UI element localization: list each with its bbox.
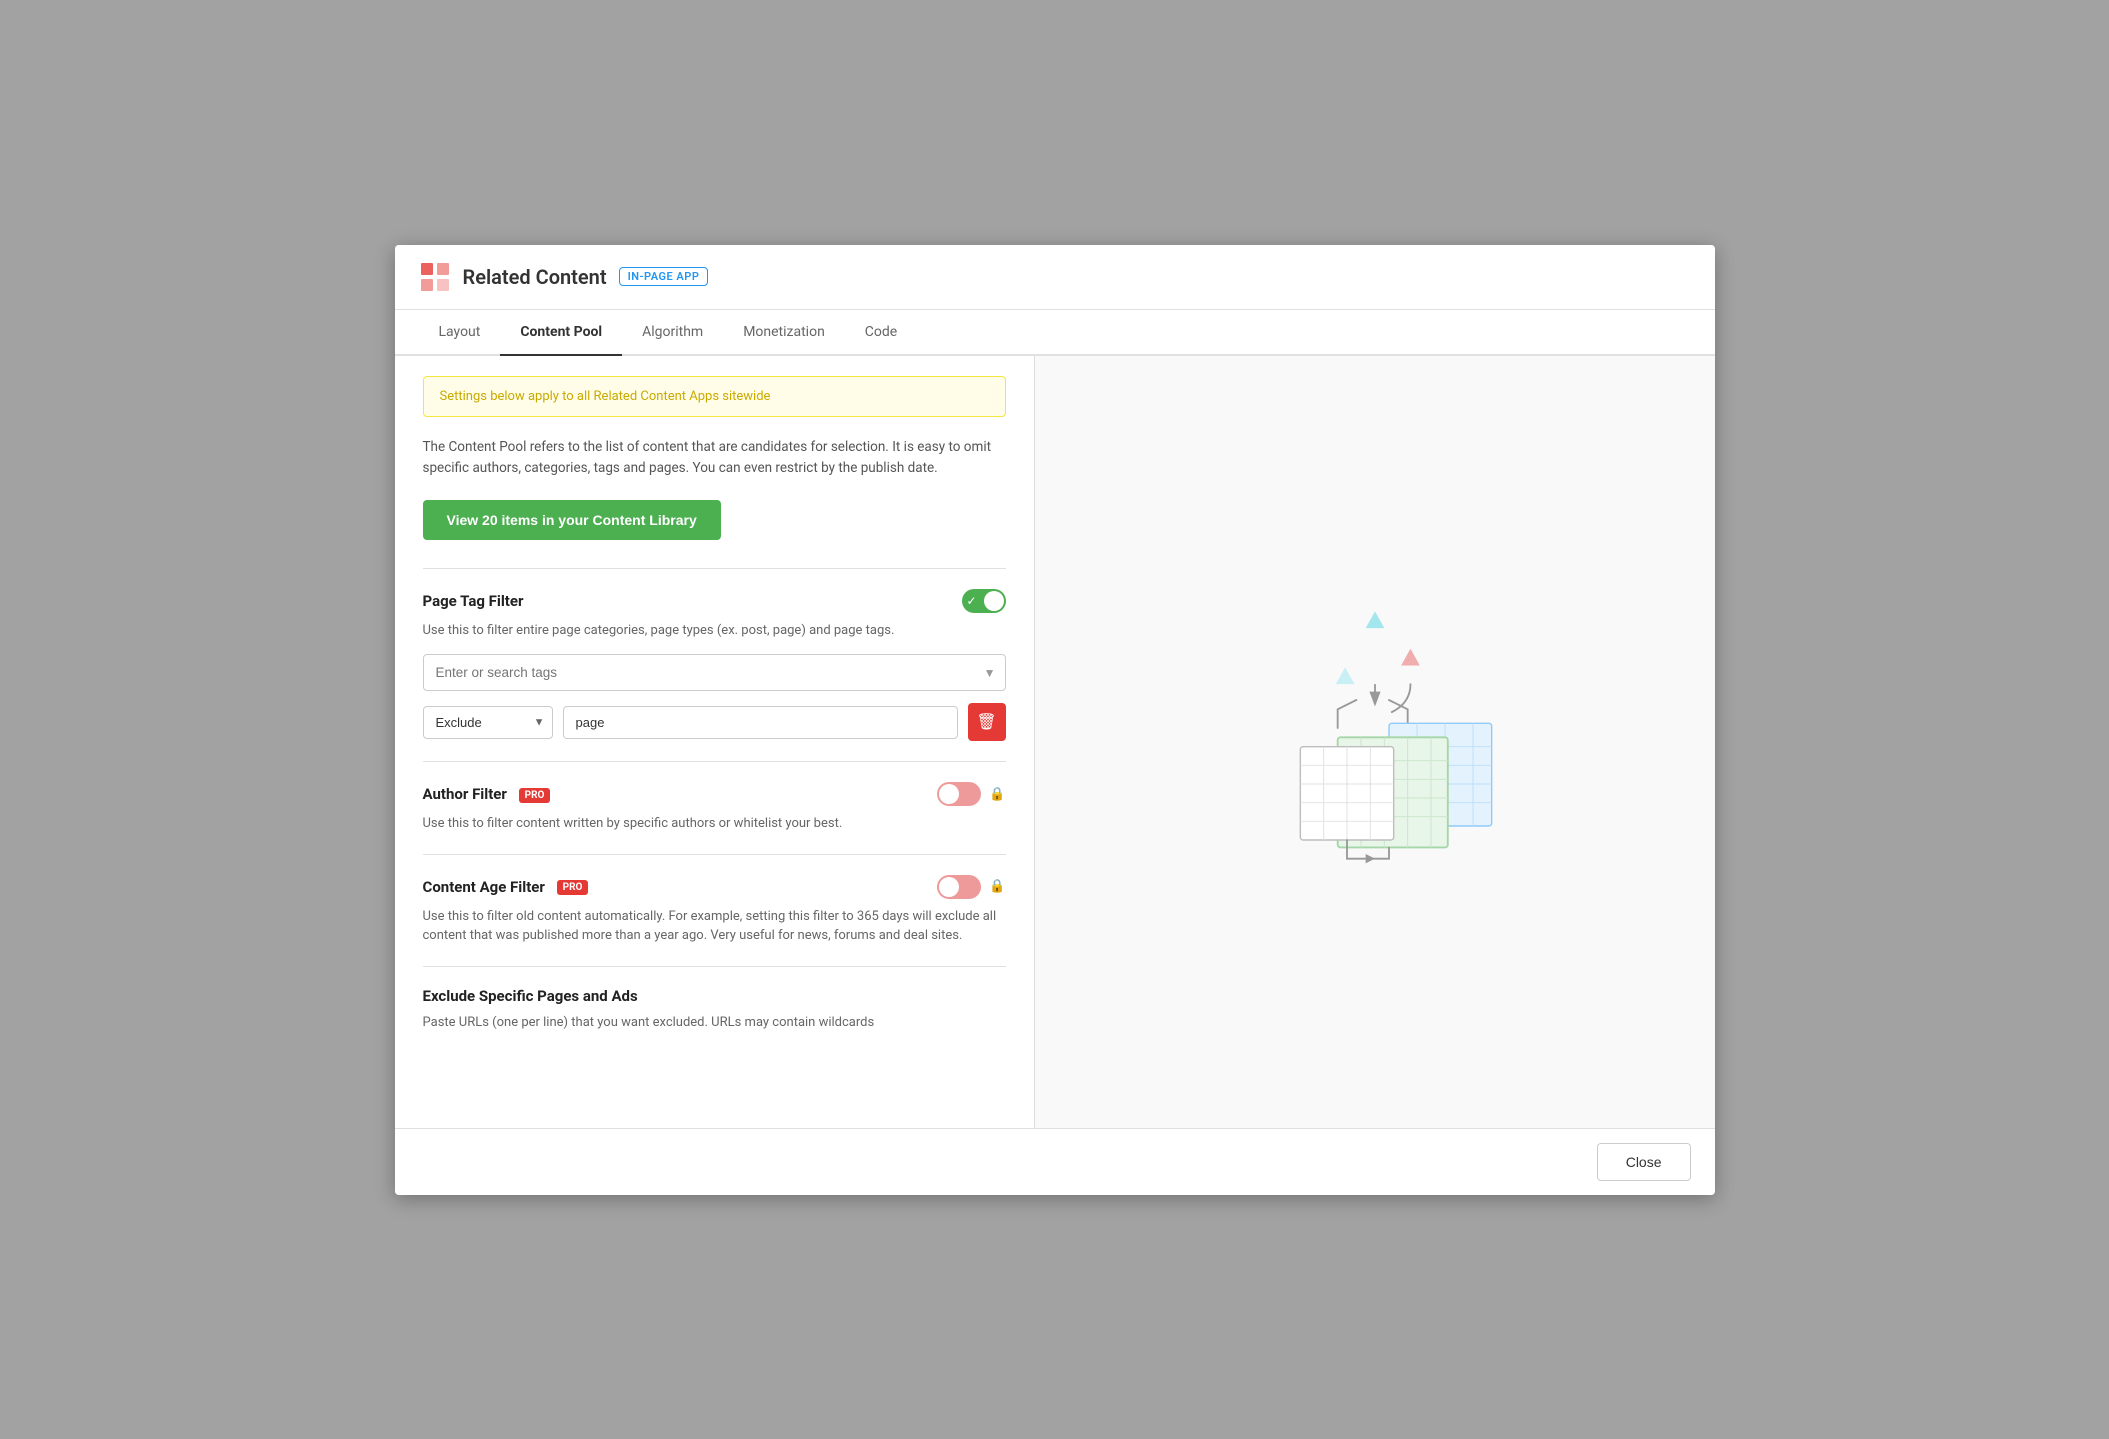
content-age-filter-section: Content Age Filter PRO 🔒 Use this to fil… bbox=[423, 854, 1006, 946]
panel-content: Settings below apply to all Related Cont… bbox=[395, 356, 1034, 1073]
right-panel bbox=[1035, 356, 1715, 1128]
content-age-filter-title: Content Age Filter PRO bbox=[423, 878, 589, 896]
delete-filter-button[interactable]: 🗑 bbox=[968, 703, 1006, 741]
author-toggle-knob bbox=[939, 784, 959, 804]
app-icon bbox=[419, 261, 451, 293]
tab-layout[interactable]: Layout bbox=[419, 310, 501, 356]
modal-header: Related Content IN-PAGE APP bbox=[395, 245, 1715, 310]
tab-algorithm[interactable]: Algorithm bbox=[622, 310, 723, 356]
content-age-toggle-knob bbox=[939, 877, 959, 897]
content-pool-diagram bbox=[1235, 602, 1515, 882]
trash-icon: 🗑 bbox=[976, 712, 996, 732]
alert-banner: Settings below apply to all Related Cont… bbox=[423, 376, 1006, 417]
page-tag-filter-header: Page Tag Filter ✓ bbox=[423, 589, 1006, 613]
content-age-lock-icon: 🔒 bbox=[989, 879, 1005, 894]
modal-body: Settings below apply to all Related Cont… bbox=[395, 356, 1715, 1128]
author-filter-pro-badge: PRO bbox=[519, 788, 551, 803]
content-age-filter-header: Content Age Filter PRO 🔒 bbox=[423, 875, 1006, 899]
page-tag-filter-toggle[interactable]: ✓ bbox=[962, 589, 1006, 613]
exclude-select[interactable]: Exclude Include bbox=[423, 706, 553, 739]
alert-text: Settings below apply to all Related Cont… bbox=[440, 389, 771, 404]
exclude-select-wrap: Exclude Include ▼ bbox=[423, 706, 553, 739]
content-age-filter-pro-badge: PRO bbox=[557, 880, 589, 895]
tab-code[interactable]: Code bbox=[845, 310, 917, 356]
filter-value-input[interactable] bbox=[563, 706, 958, 739]
page-tag-filter-section: Page Tag Filter ✓ Use this to filter ent… bbox=[423, 568, 1006, 742]
modal: Related Content IN-PAGE APP Layout Conte… bbox=[395, 245, 1715, 1195]
modal-footer: Close bbox=[395, 1128, 1715, 1195]
filter-row: Exclude Include ▼ 🗑 bbox=[423, 703, 1006, 741]
author-filter-section: Author Filter PRO 🔒 Use this to filter c… bbox=[423, 761, 1006, 834]
author-filter-toggle[interactable] bbox=[937, 782, 981, 806]
page-tag-filter-desc: Use this to filter entire page categorie… bbox=[423, 621, 1006, 641]
modal-title: Related Content bbox=[463, 265, 607, 289]
content-age-filter-desc: Use this to filter old content automatic… bbox=[423, 907, 1006, 946]
author-lock-icon: 🔒 bbox=[989, 787, 1005, 802]
author-filter-toggle-wrap: 🔒 bbox=[937, 782, 1005, 806]
content-age-filter-toggle[interactable] bbox=[937, 875, 981, 899]
modal-overlay: Related Content IN-PAGE APP Layout Conte… bbox=[0, 0, 2109, 1439]
close-button[interactable]: Close bbox=[1597, 1143, 1691, 1181]
author-filter-desc: Use this to filter content written by sp… bbox=[423, 814, 1006, 834]
exclude-pages-desc: Paste URLs (one per line) that you want … bbox=[423, 1013, 1006, 1033]
check-icon: ✓ bbox=[967, 594, 977, 608]
exclude-pages-section: Exclude Specific Pages and Ads Paste URL… bbox=[423, 966, 1006, 1033]
exclude-pages-title: Exclude Specific Pages and Ads bbox=[423, 987, 638, 1005]
view-library-button[interactable]: View 20 items in your Content Library bbox=[423, 500, 721, 540]
exclude-pages-header: Exclude Specific Pages and Ads bbox=[423, 987, 1006, 1005]
tabs-bar: Layout Content Pool Algorithm Monetizati… bbox=[395, 310, 1715, 356]
inpage-badge: IN-PAGE APP bbox=[619, 267, 709, 286]
tab-monetization[interactable]: Monetization bbox=[723, 310, 845, 356]
content-age-toggle-wrap: 🔒 bbox=[937, 875, 1005, 899]
tag-search-input[interactable] bbox=[423, 654, 1006, 691]
left-panel: Settings below apply to all Related Cont… bbox=[395, 356, 1035, 1128]
page-tag-filter-toggle-wrap: ✓ bbox=[962, 589, 1006, 613]
tag-input-wrap: ▼ bbox=[423, 654, 1006, 691]
author-filter-title: Author Filter PRO bbox=[423, 785, 551, 803]
content-pool-description: The Content Pool refers to the list of c… bbox=[423, 437, 1006, 480]
author-filter-header: Author Filter PRO 🔒 bbox=[423, 782, 1006, 806]
page-tag-filter-title: Page Tag Filter bbox=[423, 592, 524, 610]
tab-content-pool[interactable]: Content Pool bbox=[500, 310, 622, 356]
tag-dropdown-icon: ▼ bbox=[984, 666, 996, 680]
toggle-knob bbox=[984, 591, 1004, 611]
